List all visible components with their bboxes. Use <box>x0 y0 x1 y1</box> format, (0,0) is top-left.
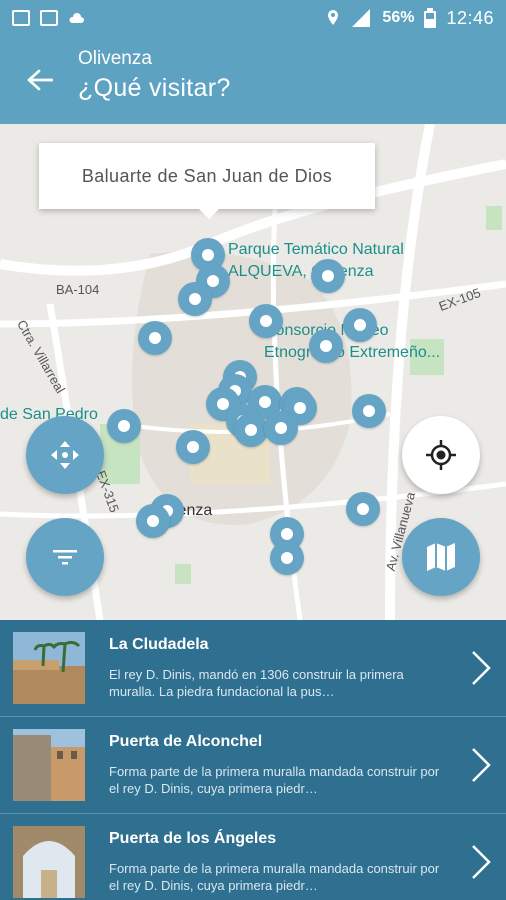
location-icon <box>328 10 339 25</box>
poi-label-museum-2: Etnográfico Extremeño... <box>264 344 441 361</box>
map-marker[interactable] <box>107 409 141 443</box>
map-marker[interactable] <box>249 304 283 338</box>
crosshair-icon <box>426 440 456 470</box>
status-bar: 56% 12:46 <box>0 0 506 36</box>
marker-callout[interactable]: Baluarte de San Juan de Dios <box>39 143 375 219</box>
map-marker[interactable] <box>176 430 210 464</box>
back-button[interactable] <box>20 60 60 100</box>
battery-percent: 56% <box>382 9 415 26</box>
poi-label-park-2: ALQUEVA, Olivenza <box>228 263 374 280</box>
app-subtitle: Olivenza <box>78 48 152 69</box>
map-marker[interactable] <box>270 541 304 575</box>
map-marker[interactable] <box>234 413 268 447</box>
map-marker[interactable] <box>311 259 345 293</box>
map-marker[interactable] <box>138 321 172 355</box>
map-marker[interactable] <box>178 282 212 316</box>
signal-icon <box>352 9 371 27</box>
move-arrows-icon <box>51 441 79 469</box>
list-item[interactable]: Puerta de Alconchel Forma parte de la pr… <box>0 717 506 814</box>
item-title: Puerta de Alconchel <box>109 733 263 750</box>
map-marker[interactable] <box>309 329 343 363</box>
chevron-right-icon[interactable] <box>470 650 492 686</box>
app-bar: Olivenza ¿Qué visitar? <box>0 36 506 124</box>
map-marker[interactable] <box>352 394 386 428</box>
thumbnail-image <box>13 826 85 898</box>
thumbnail-image <box>13 729 85 801</box>
page-title: ¿Qué visitar? <box>78 74 231 102</box>
map-marker[interactable] <box>346 492 380 526</box>
poi-label-park: Parque Temático Natural <box>228 241 404 258</box>
list-item[interactable]: Puerta de los Ángeles Forma parte de la … <box>0 814 506 900</box>
image-icon <box>40 10 58 26</box>
item-title: La Cludadela <box>109 636 209 653</box>
chevron-right-icon[interactable] <box>470 844 492 880</box>
move-button[interactable] <box>26 416 104 494</box>
clock: 12:46 <box>446 7 494 28</box>
filter-icon <box>53 550 77 565</box>
gmail-icon <box>12 10 30 26</box>
item-description: Forma parte de la primera muralla mandad… <box>109 764 440 796</box>
thumbnail-image <box>13 632 85 704</box>
road-label-ba104: BA-104 <box>56 282 100 297</box>
map-type-button[interactable] <box>402 518 480 596</box>
map-marker[interactable] <box>343 308 377 342</box>
my-location-button[interactable] <box>402 416 480 494</box>
places-list: La Cludadela El rey D. Dinis, mandó en 1… <box>0 620 506 900</box>
item-title: Puerta de los Ángeles <box>109 830 277 847</box>
map-icon <box>427 543 455 571</box>
list-item[interactable]: La Cludadela El rey D. Dinis, mandó en 1… <box>0 620 506 717</box>
item-description: Forma parte de la primera muralla mandad… <box>109 861 440 893</box>
item-description: El rey D. Dinis, mandó en 1306 construir… <box>109 667 404 699</box>
back-arrow-icon <box>27 69 53 91</box>
map-marker[interactable] <box>136 504 170 538</box>
chevron-right-icon[interactable] <box>470 747 492 783</box>
map-marker[interactable] <box>264 411 298 445</box>
cloud-icon <box>69 13 84 23</box>
filter-button[interactable] <box>26 518 104 596</box>
battery-icon <box>424 8 437 28</box>
map-view[interactable]: BA-104 EX-105 EX-315 Ctra. Villarreal Av… <box>0 124 506 620</box>
